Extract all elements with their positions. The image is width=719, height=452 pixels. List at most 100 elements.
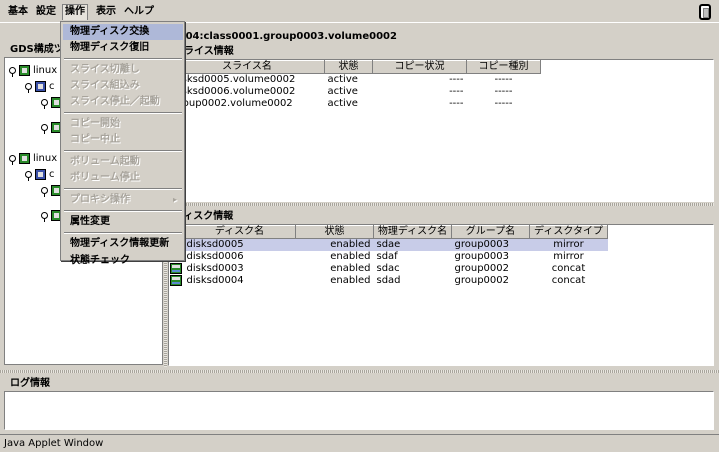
disk-table: ディスク名 状態 物理ディスク名 グループ名 ディスクタイプ disksd000… [183, 225, 608, 287]
slice-copy-type: ----- [494, 74, 513, 85]
disk-type: mirror [553, 251, 584, 262]
object-path: ux04:class0001.group0003.volume0002 [168, 30, 714, 43]
disk-physical: sdae [373, 238, 452, 251]
tree-node-label: c [49, 81, 55, 92]
log-info-title: ログ情報 [10, 378, 50, 389]
column-header[interactable]: コピー状況 [372, 60, 467, 74]
slice-status: active [327, 98, 358, 109]
disk-table-area: ディスク名 状態 物理ディスク名 グループ名 ディスクタイプ disksd000… [168, 224, 714, 366]
slice-info-title: スライス情報 [174, 46, 234, 57]
column-header[interactable]: 状態 [295, 225, 374, 239]
menu-separator [64, 188, 182, 190]
slice-name: disksd0006.volume0002 [172, 86, 296, 97]
disk-status: enabled [295, 238, 374, 251]
class-icon [35, 168, 46, 180]
pin-icon[interactable] [41, 211, 48, 222]
node-icon [19, 152, 30, 164]
slice-name: disksd0005.volume0002 [172, 74, 296, 85]
menu-separator [64, 150, 182, 152]
column-header[interactable]: 物理ディスク名 [373, 225, 452, 239]
disk-physical: sdaf [376, 251, 398, 262]
column-header[interactable]: スライス名 [169, 60, 325, 74]
disk-name: disksd0006 [186, 251, 244, 262]
table-row[interactable]: disksd0004 enabled sdad group0002 concat [184, 275, 608, 287]
column-header[interactable]: コピー種別 [466, 60, 541, 74]
tree-node-label: c [49, 169, 55, 180]
menu-view[interactable]: 表示 [94, 6, 118, 18]
menu-item-attach-slice[interactable]: スライス組込み [63, 78, 183, 94]
menu-item-change-attributes[interactable]: 属性変更 [63, 214, 183, 230]
menu-item-proxy-operation[interactable]: プロキシ操作 ▸ [63, 192, 183, 208]
menu-item-status-check[interactable]: 状態チェック [63, 254, 183, 268]
disk-group: group0003 [454, 251, 510, 262]
tree-node[interactable]: linux [9, 64, 57, 78]
class-icon [35, 80, 46, 92]
tree-node-label: linux [33, 153, 58, 164]
slice-copy-type: ----- [494, 98, 513, 109]
table-row[interactable]: group0002.volume0002 active ---- ----- [170, 98, 541, 110]
submenu-arrow-icon: ▸ [172, 195, 177, 204]
menu-item-detach-slice[interactable]: スライス切離し [63, 62, 183, 78]
tree-node[interactable]: linux [9, 152, 57, 166]
disk-type: concat [551, 275, 586, 286]
menu-item-stop-start-slice[interactable]: スライス停止／起動 [63, 94, 183, 110]
table-row[interactable]: disksd0006.volume0002 active ---- ----- [170, 86, 541, 98]
slice-table-area: スライス名 状態 コピー状況 コピー種別 disksd0005.volume00… [168, 59, 714, 202]
menu-separator [64, 58, 182, 60]
menu-help[interactable]: ヘルプ [122, 6, 156, 18]
menu-item-start-volume[interactable]: ボリューム起動 [63, 154, 183, 170]
disk-type: concat [551, 263, 586, 274]
menu-item-stop-volume[interactable]: ボリューム停止 [63, 170, 183, 186]
menu-item-start-copy[interactable]: コピー開始 [63, 116, 183, 132]
pin-icon[interactable] [9, 66, 16, 77]
column-header[interactable]: 状態 [324, 60, 373, 74]
horizontal-splitter[interactable] [0, 370, 719, 373]
status-text: Java Applet Window [4, 438, 104, 449]
menu-item-restore-physical-disk[interactable]: 物理ディスク復旧 [63, 40, 183, 56]
disk-status: enabled [330, 251, 371, 262]
column-header[interactable]: ディスクタイプ [529, 225, 608, 239]
disk-name: disksd0005 [183, 238, 296, 251]
menu-item-cancel-copy[interactable]: コピー中止 [63, 132, 183, 148]
pin-icon[interactable] [25, 82, 32, 93]
disk-group: group0003 [451, 238, 530, 251]
node-icon [19, 64, 30, 76]
pin-icon[interactable] [41, 186, 48, 197]
slice-status: active [327, 74, 358, 85]
slice-status: active [327, 86, 358, 97]
pin-icon[interactable] [41, 98, 48, 109]
table-row[interactable]: disksd0006 enabled sdaf group0003 mirror [184, 251, 608, 263]
column-header[interactable]: グループ名 [451, 225, 530, 239]
tree-node[interactable]: c [25, 168, 55, 182]
menu-operation[interactable]: 操作 [62, 4, 88, 20]
slice-table: スライス名 状態 コピー状況 コピー種別 disksd0005.volume00… [169, 60, 541, 110]
slice-name: group0002.volume0002 [172, 98, 293, 109]
pin-icon[interactable] [41, 123, 48, 134]
slice-copy-status: ---- [449, 98, 464, 109]
menu-item-update-physical-disk-info[interactable]: 物理ディスク情報更新 [63, 236, 183, 252]
column-header[interactable]: ディスク名 [183, 225, 296, 239]
horizontal-splitter[interactable] [168, 203, 714, 206]
disk-group: group0002 [454, 263, 510, 274]
menubar: 基本 設定 操作 表示 ヘルプ [0, 0, 719, 23]
pin-icon[interactable] [25, 170, 32, 181]
slice-copy-type: ----- [494, 86, 513, 97]
disk-name: disksd0003 [186, 263, 244, 274]
status-bar: Java Applet Window [0, 434, 719, 452]
table-row[interactable]: disksd0005.volume0002 active ---- ----- [170, 74, 541, 87]
table-row[interactable]: disksd0003 enabled sdac group0002 concat [184, 263, 608, 275]
tree-node[interactable]: c [25, 80, 55, 94]
disk-status: enabled [330, 275, 371, 286]
disk-type: mirror [529, 238, 608, 251]
disk-status: enabled [330, 263, 371, 274]
disk-info-title: ディスク情報 [174, 211, 234, 222]
menu-item-replace-physical-disk[interactable]: 物理ディスク交換 [63, 24, 183, 40]
menu-basic[interactable]: 基本 [6, 6, 30, 18]
log-area[interactable] [4, 391, 714, 430]
pin-icon[interactable] [9, 154, 16, 165]
slice-copy-status: ---- [449, 74, 464, 85]
tree-node-label: linux [33, 65, 58, 76]
trash-icon[interactable] [699, 4, 711, 20]
table-row[interactable]: disksd0005 enabled sdae group0003 mirror [183, 238, 608, 251]
menu-settings[interactable]: 設定 [34, 6, 58, 18]
